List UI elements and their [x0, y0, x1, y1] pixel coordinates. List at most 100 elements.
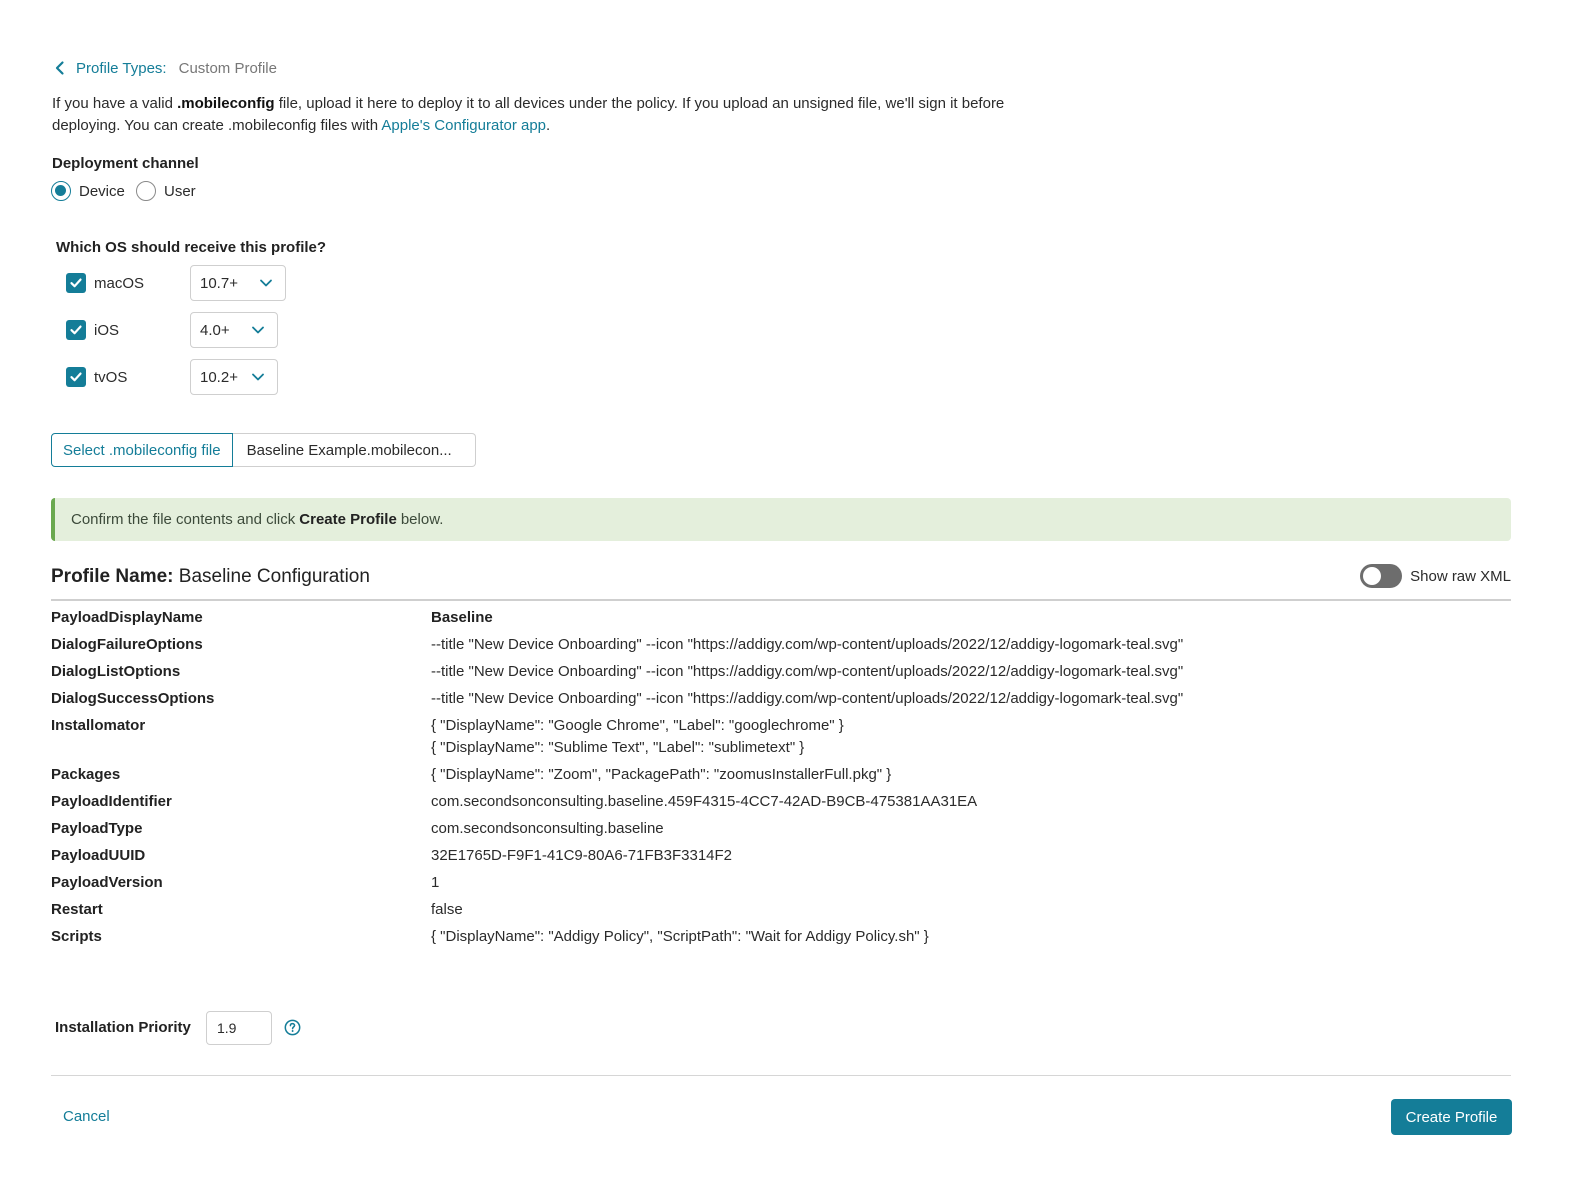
- payload-value: { "DisplayName": "Google Chrome", "Label…: [431, 715, 844, 759]
- table-row: DialogListOptions --title "New Device Onb…: [51, 661, 1511, 683]
- table-row: Installomator { "DisplayName": "Google Ch…: [51, 715, 1511, 759]
- payload-value: com.secondsonconsulting.baseline: [431, 818, 664, 840]
- radio-device-label: Device: [79, 182, 125, 200]
- confirm-banner: Confirm the file contents and click Crea…: [51, 498, 1511, 541]
- select-file-button[interactable]: Select .mobileconfig file: [51, 433, 233, 467]
- banner-bold: Create Profile: [299, 511, 397, 528]
- os-row-macos: macOS 10.7+: [66, 265, 286, 301]
- check-icon: [70, 372, 82, 382]
- chevron-left-icon[interactable]: [52, 60, 68, 76]
- macos-checkbox[interactable]: [66, 273, 86, 293]
- payload-table: PayloadDisplayName Baseline DialogFailureO…: [51, 607, 1511, 953]
- payload-value-line: com.secondsonconsulting.baseline.459F431…: [431, 793, 978, 810]
- profile-name-label: Profile Name:: [51, 566, 174, 587]
- show-raw-xml-toggle[interactable]: Show raw XML: [1360, 564, 1511, 588]
- breadcrumb-parent-link[interactable]: Profile Types:: [76, 60, 167, 77]
- payload-key: PayloadVersion: [51, 874, 163, 891]
- ios-label: iOS: [94, 321, 120, 339]
- payload-value: 32E1765D-F9F1-41C9-80A6-71FB3F3314F2: [431, 845, 732, 867]
- profile-name-heading: Profile Name: Baseline Configuration: [51, 566, 370, 588]
- payload-value: Baseline: [431, 607, 493, 629]
- help-circle-icon[interactable]: [284, 1019, 301, 1036]
- check-icon: [70, 278, 82, 288]
- payload-value-line: { "DisplayName": "Addigy Policy", "Scrip…: [431, 928, 929, 945]
- payload-key: Scripts: [51, 928, 102, 945]
- tvos-version-select[interactable]: 10.2+: [190, 359, 278, 395]
- selected-file-name: Baseline Example.mobilecon...: [232, 433, 476, 467]
- ios-version-value: 4.0+: [200, 321, 230, 339]
- tvos-version-value: 10.2+: [200, 368, 238, 386]
- radio-device[interactable]: Device: [51, 181, 125, 201]
- check-icon: [70, 325, 82, 335]
- tvos-label: tvOS: [94, 368, 128, 386]
- payload-value: --title "New Device Onboarding" --icon "…: [431, 634, 1183, 656]
- payload-key: Restart: [51, 901, 103, 918]
- payload-key: Packages: [51, 766, 121, 783]
- macos-label: macOS: [94, 274, 145, 292]
- payload-key: Installomator: [51, 717, 146, 734]
- configurator-app-link[interactable]: Apple's Configurator app: [381, 117, 546, 134]
- installation-priority-label: Installation Priority: [55, 1019, 191, 1036]
- payload-value-line: 32E1765D-F9F1-41C9-80A6-71FB3F3314F2: [431, 847, 733, 864]
- payload-value-line: --title "New Device Onboarding" --icon "…: [431, 690, 1184, 707]
- payload-value-line: { "DisplayName": "Sublime Text", "Label"…: [431, 739, 805, 756]
- payload-value-line: --title "New Device Onboarding" --icon "…: [431, 636, 1184, 653]
- radio-user-indicator[interactable]: [136, 181, 156, 201]
- radio-user[interactable]: User: [136, 181, 196, 201]
- breadcrumb-current: Custom Profile: [178, 59, 277, 77]
- footer-divider: [51, 1075, 1511, 1076]
- payload-value: false: [431, 899, 463, 921]
- payload-key: DialogListOptions: [51, 663, 181, 680]
- macos-version-value: 10.7+: [200, 274, 238, 292]
- payload-value: { "DisplayName": "Addigy Policy", "Scrip…: [431, 926, 929, 948]
- table-row: PayloadDisplayName Baseline: [51, 607, 1511, 629]
- payload-value-line: false: [431, 901, 463, 918]
- tvos-checkbox[interactable]: [66, 367, 86, 387]
- intro-extension: .mobileconfig: [177, 95, 275, 112]
- ios-version-select[interactable]: 4.0+: [190, 312, 278, 348]
- payload-key: PayloadUUID: [51, 847, 146, 864]
- payload-key: DialogSuccessOptions: [51, 690, 215, 707]
- payload-value: { "DisplayName": "Zoom", "PackagePath": …: [431, 764, 891, 786]
- chevron-down-icon: [252, 373, 264, 381]
- table-row: Packages { "DisplayName": "Zoom", "Packag…: [51, 764, 1511, 786]
- payload-value: --title "New Device Onboarding" --icon "…: [431, 688, 1183, 710]
- table-row: DialogSuccessOptions --title "New Device …: [51, 688, 1511, 710]
- intro-part1: If you have a valid: [52, 95, 178, 112]
- payload-value: --title "New Device Onboarding" --icon "…: [431, 661, 1183, 683]
- macos-version-select[interactable]: 10.7+: [190, 265, 286, 301]
- table-row: PayloadUUID 32E1765D-F9F1-41C9-80A6-71FB3…: [51, 845, 1511, 867]
- create-profile-button[interactable]: Create Profile: [1391, 1099, 1512, 1135]
- ios-checkbox[interactable]: [66, 320, 86, 340]
- table-row: DialogFailureOptions --title "New Device …: [51, 634, 1511, 656]
- os-question-label: Which OS should receive this profile?: [56, 239, 327, 256]
- payload-value-line: Baseline: [431, 609, 493, 626]
- table-row: PayloadIdentifier com.secondsonconsulting…: [51, 791, 1511, 813]
- radio-user-label: User: [164, 182, 196, 200]
- banner-suffix: below.: [400, 511, 444, 528]
- payload-value-line: --title "New Device Onboarding" --icon "…: [431, 663, 1184, 680]
- payload-value-line: com.secondsonconsulting.baseline: [431, 820, 664, 837]
- chevron-down-icon: [252, 326, 264, 334]
- table-row: Restart false: [51, 899, 1511, 921]
- payload-key: DialogFailureOptions: [51, 636, 203, 653]
- banner-prefix: Confirm the file contents and click: [71, 511, 296, 528]
- radio-device-indicator[interactable]: [51, 181, 71, 201]
- cancel-button[interactable]: Cancel: [63, 1108, 110, 1125]
- table-row: PayloadVersion 1: [51, 872, 1511, 894]
- breadcrumb: Profile Types: Custom Profile: [52, 58, 277, 78]
- table-row: PayloadType com.secondsonconsulting.basel…: [51, 818, 1511, 840]
- payload-value-line: 1: [431, 874, 440, 891]
- profile-name-value: Baseline Configuration: [178, 566, 370, 587]
- payload-key: PayloadIdentifier: [51, 793, 172, 810]
- payload-value: com.secondsonconsulting.baseline.459F431…: [431, 791, 977, 813]
- raw-xml-switch[interactable]: [1360, 564, 1403, 588]
- intro-part3: .: [546, 117, 551, 134]
- os-row-ios: iOS 4.0+: [66, 312, 278, 348]
- payload-value-line: { "DisplayName": "Zoom", "PackagePath": …: [431, 766, 892, 783]
- payload-value-line: { "DisplayName": "Google Chrome", "Label…: [431, 717, 844, 734]
- divider: [51, 599, 1511, 601]
- table-row: Scripts { "DisplayName": "Addigy Policy",…: [51, 926, 1511, 948]
- installation-priority-input[interactable]: [206, 1011, 272, 1045]
- deployment-channel-label: Deployment channel: [52, 155, 199, 172]
